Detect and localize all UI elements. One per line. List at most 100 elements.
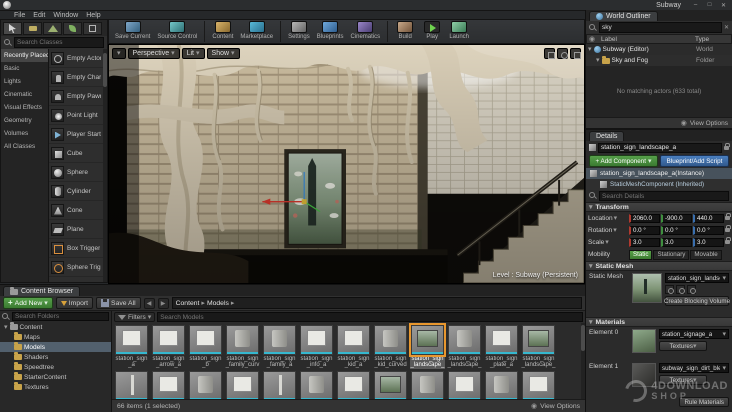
material-1-textures-button[interactable]: Textures (659, 375, 707, 385)
location-label[interactable]: Location (588, 215, 613, 222)
browse-to-asset-icon[interactable] (665, 285, 674, 294)
create-blocking-volume-button[interactable]: Create Blocking Volume (664, 296, 730, 306)
place-item-box-trigger[interactable]: Box Trigger (49, 239, 103, 258)
blueprints-button[interactable]: Blueprints (314, 21, 347, 40)
asset-item[interactable]: station_sign_landscape_b (521, 325, 556, 369)
outliner-view-options[interactable]: View Options (690, 120, 728, 127)
play-button[interactable]: Play (419, 21, 445, 40)
rotation-z-field[interactable]: 0.0 ° (693, 225, 724, 235)
asset-item[interactable] (336, 371, 371, 399)
save-current-button[interactable]: Save Current (112, 21, 153, 40)
rotation-x-field[interactable]: 0.0 ° (629, 225, 660, 235)
place-item-cylinder[interactable]: Cylinder (49, 182, 103, 201)
launch-button[interactable]: Launch (446, 21, 472, 40)
outliner-row-world[interactable]: Subway (Editor) World (586, 44, 732, 55)
breadcrumb-models[interactable]: Models (207, 300, 229, 307)
tree-item-models[interactable]: Models (0, 342, 111, 352)
scale-label[interactable]: Scale (588, 239, 604, 246)
foliage-mode-tab[interactable] (63, 22, 82, 35)
material-0-thumbnail[interactable] (632, 329, 656, 353)
material-1-combo[interactable]: subway_sign_dirt_blend (659, 363, 729, 373)
mobility-static-button[interactable]: Static (629, 249, 653, 260)
place-item-cube[interactable]: Cube (49, 144, 103, 163)
asset-search-input[interactable] (157, 312, 583, 322)
blueprint-add-script-button[interactable]: Blueprint/Add Script (660, 155, 729, 167)
grid-snap-icon[interactable] (544, 48, 555, 59)
asset-item[interactable] (114, 371, 149, 399)
asset-item-selected[interactable]: station_sign_landscape_a (409, 323, 446, 369)
tree-item-startercontent[interactable]: StarterContent (0, 372, 111, 382)
level-viewport[interactable]: Perspective Lit Show Level : Subway (Per… (108, 44, 585, 284)
use-selected-asset-icon[interactable] (676, 285, 685, 294)
breadcrumb-content[interactable]: Content (176, 300, 200, 307)
asset-item[interactable] (373, 371, 408, 399)
content-button[interactable]: Content (209, 21, 236, 40)
filters-button[interactable]: Filters (114, 312, 156, 322)
menu-help[interactable]: Help (86, 12, 100, 19)
asset-item[interactable] (484, 371, 519, 399)
asset-item[interactable]: station_sign_landscape_curved (447, 325, 482, 369)
tree-item-textures[interactable]: Textures (0, 382, 111, 392)
transform-section-header[interactable]: Transform (586, 202, 732, 212)
static-mesh-combo[interactable]: station_sign_landscape_a (665, 273, 729, 283)
asset-item[interactable] (262, 371, 297, 399)
lock-icon[interactable] (725, 225, 731, 232)
place-item-sphere[interactable]: Sphere (49, 163, 103, 182)
details-search-input[interactable] (599, 191, 729, 201)
perspective-button[interactable]: Perspective (127, 48, 180, 59)
scale-z-field[interactable]: 3.0 (693, 237, 724, 247)
tree-item-speedtree[interactable]: Speedtree (0, 362, 111, 372)
place-item-player-start[interactable]: Player Start (49, 125, 103, 144)
show-menu-button[interactable]: Show (206, 48, 240, 59)
minimize-button[interactable] (690, 1, 701, 10)
save-all-button[interactable]: Save All (96, 297, 141, 309)
add-new-button[interactable]: + Add New (3, 297, 53, 309)
menu-edit[interactable]: Edit (33, 12, 45, 19)
camera-speed-icon[interactable] (557, 48, 568, 59)
asset-item[interactable] (299, 371, 334, 399)
asset-item[interactable] (447, 371, 482, 399)
lock-icon[interactable] (725, 237, 731, 244)
asset-item[interactable]: station_sign_kid_a (336, 325, 371, 369)
lock-icon[interactable] (724, 142, 730, 150)
tree-item-shaders[interactable]: Shaders (0, 352, 111, 362)
category-lights[interactable]: Lights (1, 75, 48, 88)
mobility-movable-button[interactable]: Movable (690, 249, 722, 260)
back-button[interactable] (143, 297, 155, 309)
category-geometry[interactable]: Geometry (1, 114, 48, 127)
caret-down-icon[interactable] (613, 227, 617, 234)
label-column-header[interactable]: Label (601, 36, 695, 43)
viewport-options-button[interactable] (112, 48, 126, 59)
modes-scrollbar[interactable] (103, 49, 107, 282)
type-column-header[interactable]: Type (695, 36, 729, 43)
world-outliner-tab[interactable]: World Outliner (589, 11, 658, 21)
content-view-options[interactable]: View Options (540, 403, 580, 410)
scale-y-field[interactable]: 3.0 (661, 237, 692, 247)
marketplace-button[interactable]: Marketplace (237, 21, 276, 40)
asset-item[interactable] (225, 371, 260, 399)
close-button[interactable] (718, 1, 729, 10)
caret-down-icon[interactable] (605, 239, 609, 246)
scale-x-field[interactable]: 3.0 (629, 237, 660, 247)
geometry-mode-tab[interactable] (83, 22, 102, 35)
location-y-field[interactable]: -900.0 (661, 213, 692, 223)
maximize-viewport-icon[interactable] (570, 48, 581, 59)
asset-item[interactable]: station_sign_b (188, 325, 223, 369)
place-item-point-light[interactable]: Point Light (49, 106, 103, 125)
category-volumes[interactable]: Volumes (1, 127, 48, 140)
category-cinematic[interactable]: Cinematic (1, 88, 48, 101)
place-item-sphere-trigger[interactable]: Sphere Trig (49, 258, 103, 277)
asset-item[interactable]: station_sign_plate_a (484, 325, 519, 369)
instance-row[interactable]: station_sign_landscape_a(Instance) (586, 168, 732, 179)
import-button[interactable]: Import (55, 297, 94, 309)
menu-file[interactable]: File (14, 12, 25, 19)
asset-item[interactable]: station_sign_a (114, 325, 149, 369)
settings-button[interactable]: Settings (285, 21, 313, 40)
asset-item[interactable]: station_sign_arrow_a (151, 325, 186, 369)
expand-arrow-icon[interactable] (4, 324, 8, 331)
folder-search-input[interactable] (12, 312, 109, 321)
build-button[interactable]: Build (392, 21, 418, 40)
component-row[interactable]: StaticMeshComponent (Inherited) (586, 179, 732, 190)
asset-item[interactable]: station_sign_family_curved_a (225, 325, 260, 369)
lock-icon[interactable] (725, 213, 731, 220)
